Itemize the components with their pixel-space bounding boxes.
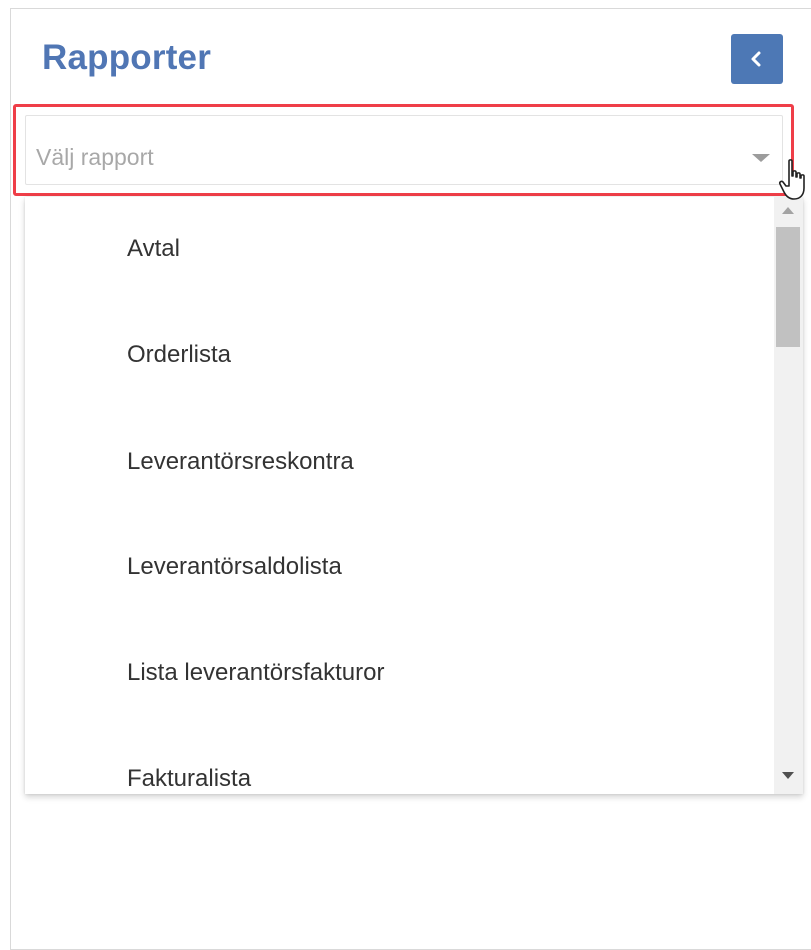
report-option-leverantorsaldolista[interactable]: Leverantörsaldolista <box>127 553 342 581</box>
report-option-lista-leverantorsfakturor[interactable]: Lista leverantörsfakturor <box>127 659 384 687</box>
hand-cursor-icon <box>778 159 805 200</box>
caret-down-icon[interactable] <box>752 154 770 162</box>
scroll-up-arrow-icon[interactable] <box>782 207 794 214</box>
report-option-avtal[interactable]: Avtal <box>127 235 180 263</box>
report-option-fakturalista[interactable]: Fakturalista <box>127 765 251 793</box>
scroll-thumb[interactable] <box>776 227 800 347</box>
collapse-panel-button[interactable] <box>731 34 783 84</box>
dropdown-scrollbar[interactable] <box>774 197 803 794</box>
page-title: Rapporter <box>42 38 212 77</box>
report-select-placeholder: Välj rapport <box>36 144 154 170</box>
report-dropdown-list[interactable]: Avtal Orderlista Leverantörsreskontra Le… <box>25 197 803 794</box>
chevron-left-icon <box>751 51 761 67</box>
report-option-orderlista[interactable]: Orderlista <box>127 341 231 369</box>
report-option-leverantorsreskontra[interactable]: Leverantörsreskontra <box>127 448 354 476</box>
scroll-down-arrow-icon[interactable] <box>782 772 794 779</box>
